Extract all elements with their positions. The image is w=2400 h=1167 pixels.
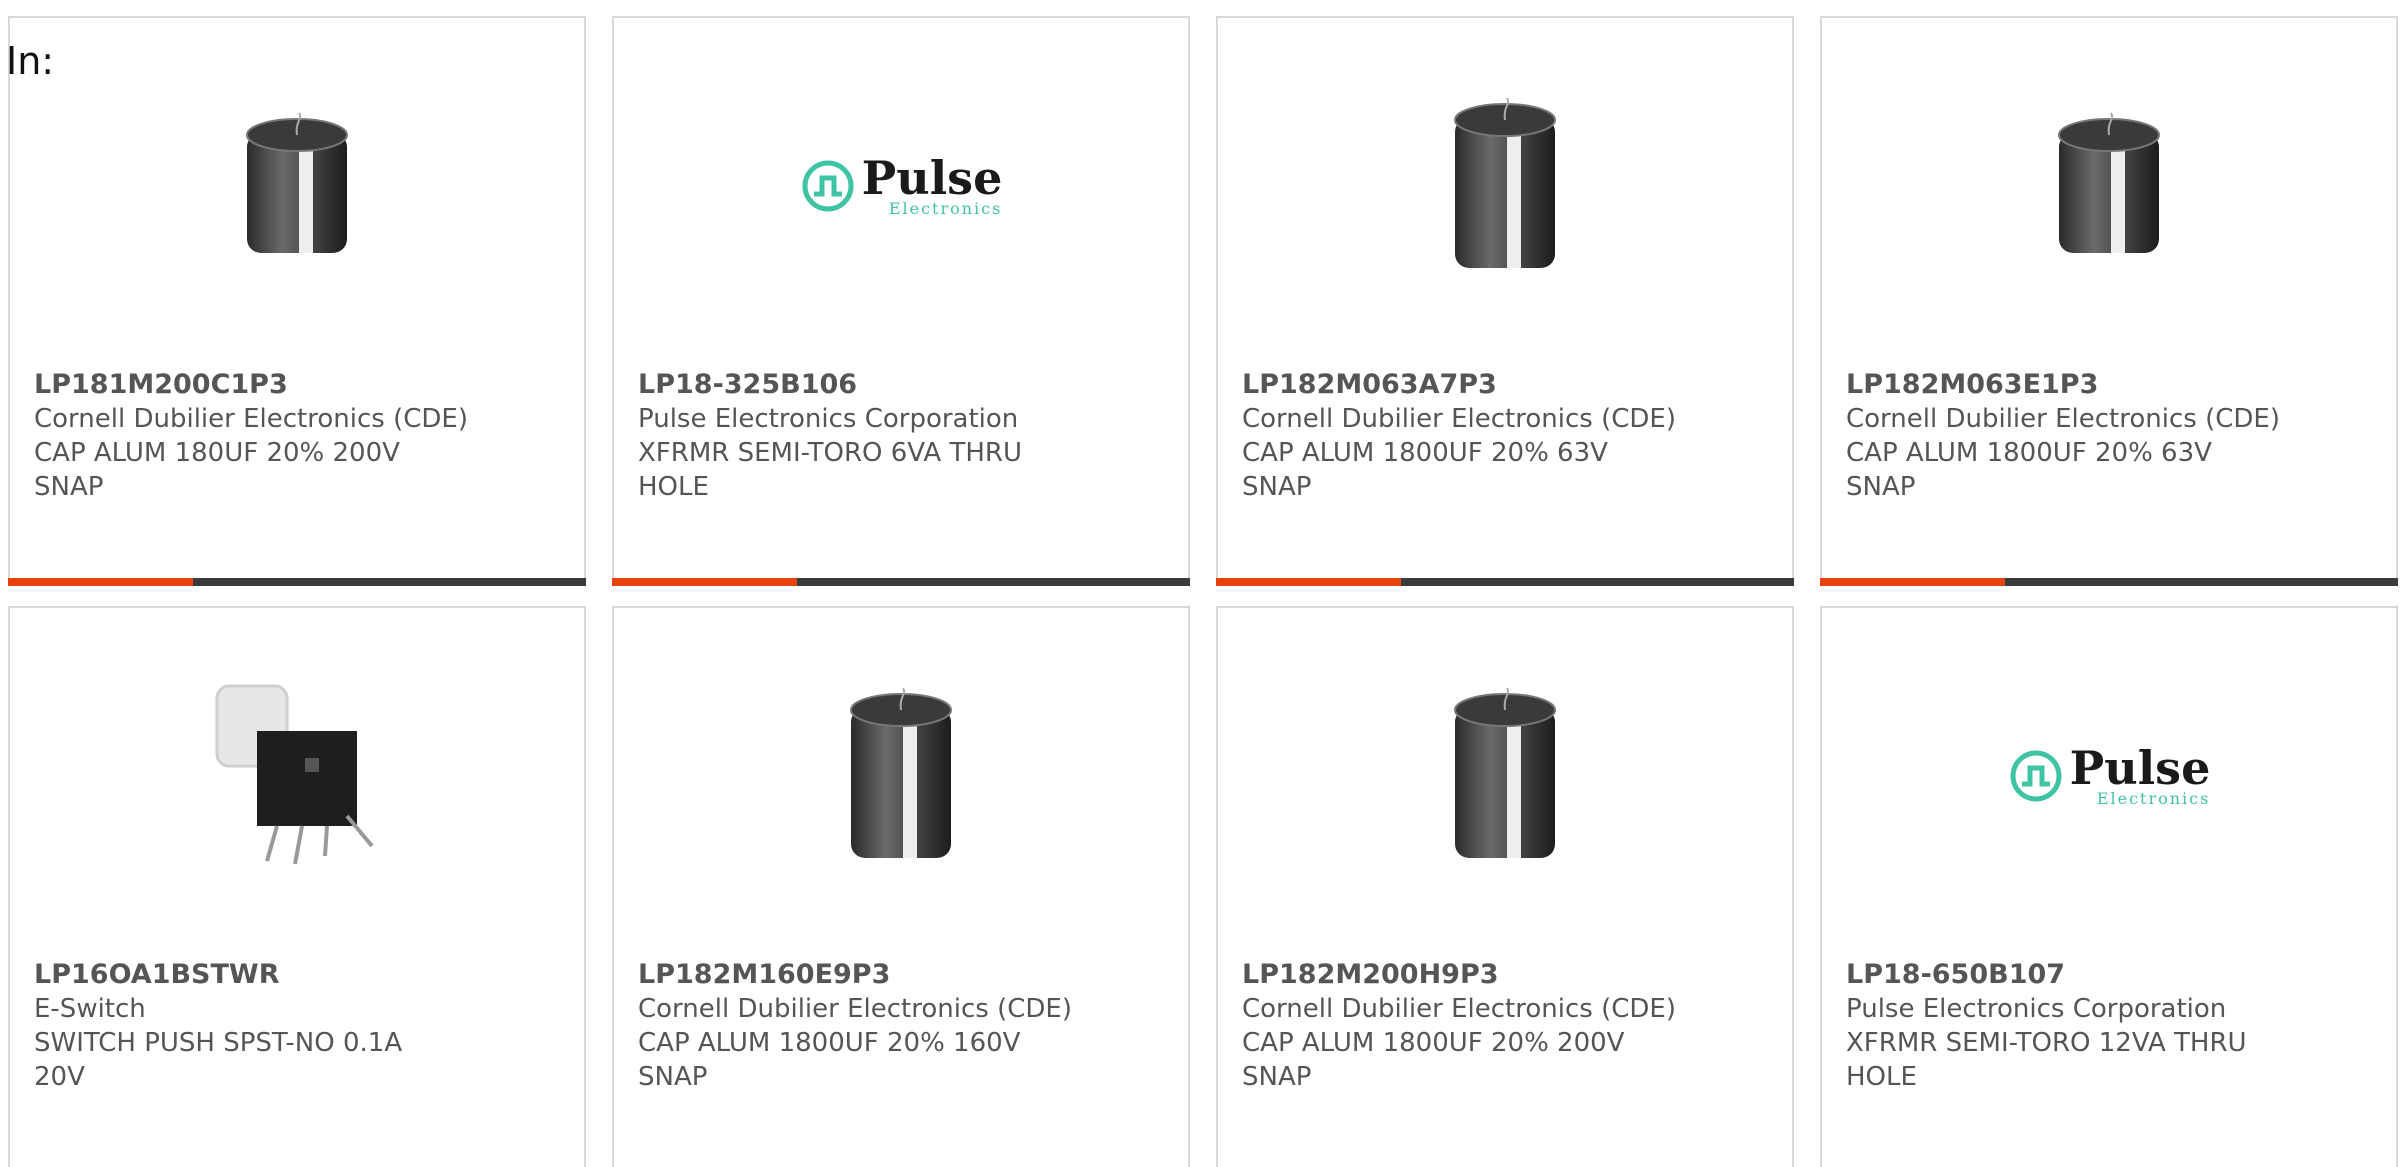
- card-progress-bar: [8, 578, 586, 586]
- card-progress-fill: [8, 578, 193, 586]
- product-info: LP18-650B107 Pulse Electronics Corporatio…: [1846, 958, 2372, 1094]
- product-card[interactable]: LP182M200H9P3 Cornell Dubilier Electronic…: [1216, 606, 1794, 1167]
- part-number-link[interactable]: LP18-325B106: [638, 368, 1164, 402]
- card-progress-fill: [1216, 578, 1401, 586]
- pulse-mark-icon: [2010, 750, 2062, 802]
- capacitor-tall-icon: [1454, 687, 1556, 858]
- pulse-mark-icon: [802, 160, 854, 212]
- card-progress-bar: [1820, 578, 2398, 586]
- product-card[interactable]: LP182M063E1P3 Cornell Dubilier Electronic…: [1820, 16, 2398, 586]
- product-info: LP181M200C1P3 Cornell Dubilier Electronic…: [34, 368, 560, 504]
- product-info: LP16OA1BSTWR E-Switch SWITCH PUSH SPST-NO …: [34, 958, 560, 1094]
- product-description: CAP ALUM 1800UF 20% 160V SNAP: [638, 1028, 1021, 1092]
- product-description: CAP ALUM 180UF 20% 200V SNAP: [34, 438, 400, 502]
- push-switch-icon: [215, 684, 374, 865]
- manufacturer-name: Cornell Dubilier Electronics (CDE): [1846, 404, 2280, 434]
- product-card[interactable]: Pulse Electronics LP18-650B107 Pulse Electr…: [1820, 606, 2398, 1167]
- product-card[interactable]: LP181M200C1P3 Cornell Dubilier Electronic…: [8, 16, 586, 586]
- product-description: XFRMR SEMI-TORO 6VA THRU HOLE: [638, 438, 1023, 502]
- in-label: In:: [6, 39, 55, 83]
- product-image[interactable]: [1405, 676, 1605, 876]
- part-number-link[interactable]: LP18-650B107: [1846, 958, 2372, 992]
- product-image[interactable]: [197, 86, 397, 286]
- card-progress-bar: [1216, 578, 1794, 586]
- product-card[interactable]: LP182M160E9P3 Cornell Dubilier Electronic…: [612, 606, 1190, 1167]
- part-number-link[interactable]: LP182M063E1P3: [1846, 368, 2372, 402]
- capacitor-tall-icon: [1454, 97, 1556, 268]
- part-number-link[interactable]: LP181M200C1P3: [34, 368, 560, 402]
- product-description: SWITCH PUSH SPST-NO 0.1A 20V: [34, 1028, 403, 1092]
- product-image[interactable]: [2009, 86, 2209, 286]
- product-card[interactable]: Pulse Electronics LP18-325B106 Pulse Electr…: [612, 16, 1190, 586]
- card-progress-fill: [1820, 578, 2005, 586]
- manufacturer-name: Pulse Electronics Corporation: [638, 404, 1019, 434]
- product-description: CAP ALUM 1800UF 20% 63V SNAP: [1846, 438, 2212, 502]
- part-number-link[interactable]: LP182M063A7P3: [1242, 368, 1768, 402]
- product-card[interactable]: LP16OA1BSTWR E-Switch SWITCH PUSH SPST-NO …: [8, 606, 586, 1167]
- capacitor-tall-icon: [850, 687, 952, 858]
- product-image[interactable]: Pulse Electronics: [2008, 676, 2211, 876]
- product-info: LP182M200H9P3 Cornell Dubilier Electronic…: [1242, 958, 1768, 1094]
- manufacturer-name: Cornell Dubilier Electronics (CDE): [34, 404, 468, 434]
- part-number-link[interactable]: LP182M160E9P3: [638, 958, 1164, 992]
- pulse-logo: Pulse Electronics: [2008, 741, 2211, 808]
- product-image[interactable]: Pulse Electronics: [800, 86, 1003, 286]
- manufacturer-name: Cornell Dubilier Electronics (CDE): [638, 994, 1072, 1024]
- product-card[interactable]: LP182M063A7P3 Cornell Dubilier Electronic…: [1216, 16, 1794, 586]
- product-grid-page: In: LP181M200C1P3 Cornell Dubilier Electr…: [0, 0, 2400, 1167]
- manufacturer-name: Cornell Dubilier Electronics (CDE): [1242, 994, 1676, 1024]
- product-description: XFRMR SEMI-TORO 12VA THRU HOLE: [1846, 1028, 2247, 1092]
- pulse-logo-subtext: Electronics: [888, 199, 1003, 218]
- product-info: LP182M160E9P3 Cornell Dubilier Electronic…: [638, 958, 1164, 1094]
- product-image[interactable]: [1405, 86, 1605, 286]
- capacitor-short-icon: [246, 112, 348, 253]
- pulse-logo-text: Pulse: [2069, 741, 2211, 795]
- product-image[interactable]: [801, 676, 1001, 876]
- part-number-link[interactable]: LP16OA1BSTWR: [34, 958, 560, 992]
- product-description: CAP ALUM 1800UF 20% 63V SNAP: [1242, 438, 1608, 502]
- card-progress-bar: [612, 578, 1190, 586]
- pulse-logo: Pulse Electronics: [800, 151, 1003, 218]
- card-progress-fill: [612, 578, 797, 586]
- pulse-logo-text: Pulse: [861, 151, 1003, 205]
- manufacturer-name: Pulse Electronics Corporation: [1846, 994, 2227, 1024]
- product-info: LP18-325B106 Pulse Electronics Corporatio…: [638, 368, 1164, 504]
- manufacturer-name: E-Switch: [34, 994, 146, 1024]
- product-description: CAP ALUM 1800UF 20% 200V SNAP: [1242, 1028, 1625, 1092]
- pulse-logo-subtext: Electronics: [2096, 789, 2211, 808]
- product-info: LP182M063A7P3 Cornell Dubilier Electronic…: [1242, 368, 1768, 504]
- part-number-link[interactable]: LP182M200H9P3: [1242, 958, 1768, 992]
- product-info: LP182M063E1P3 Cornell Dubilier Electronic…: [1846, 368, 2372, 504]
- product-image[interactable]: [197, 676, 397, 876]
- capacitor-short-icon: [2058, 112, 2160, 253]
- manufacturer-name: Cornell Dubilier Electronics (CDE): [1242, 404, 1676, 434]
